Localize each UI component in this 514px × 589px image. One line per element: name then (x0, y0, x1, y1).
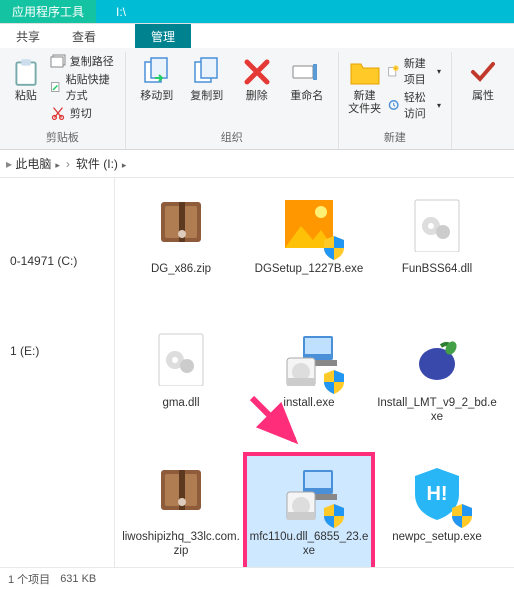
group-label-organize: 组织 (221, 127, 243, 149)
paste-button[interactable]: 粘贴 (6, 52, 46, 105)
new-item-button[interactable]: 新建项目▾ (384, 54, 445, 88)
shield-icon (321, 502, 347, 530)
file-item[interactable]: Install_LMT_v9_2_bd.exe (373, 320, 501, 450)
file-thumb (149, 460, 213, 524)
file-label: FunBSS64.dll (402, 262, 472, 276)
file-type-icon (153, 330, 209, 386)
paste-shortcut-button[interactable]: 粘贴快捷方式 (46, 70, 119, 104)
paste-label: 粘贴 (15, 90, 37, 103)
copy-to-button[interactable]: 复制到 (182, 52, 232, 105)
tree-item-c[interactable]: 0-14971 (C:) (4, 184, 110, 274)
folder-icon (349, 56, 381, 88)
cut-button[interactable]: 剪切 (46, 104, 119, 122)
title-path[interactable]: I:\ (96, 0, 146, 23)
breadcrumb-pc[interactable]: 此电脑 (15, 155, 60, 172)
main-area: 0-14971 (C:) 1 (E:) DG_x86.zip DGSetup_12… (0, 178, 514, 567)
file-item[interactable]: DGSetup_1227B.exe (245, 186, 373, 316)
file-type-icon (153, 196, 209, 252)
group-new: 新建 文件夹 新建项目▾ 轻松访问▾ 新建 (339, 52, 452, 149)
tab-view[interactable]: 查看 (56, 24, 112, 48)
file-item[interactable]: gma.dll (117, 320, 245, 450)
shield-icon (321, 368, 347, 396)
group-clipboard: 粘贴 复制路径 粘贴快捷方式 剪切 剪贴板 (0, 52, 126, 149)
copy-path-button[interactable]: 复制路径 (46, 52, 119, 70)
delete-x-icon (241, 56, 273, 88)
properties-button[interactable]: 属性 (458, 52, 508, 105)
file-label: gma.dll (162, 396, 199, 410)
tree-item-e[interactable]: 1 (E:) (4, 274, 110, 364)
easy-access-icon (388, 97, 399, 113)
shortcut-icon (50, 79, 62, 95)
file-grid[interactable]: DG_x86.zip DGSetup_1227B.exe FunBSS64.dll g… (115, 178, 514, 567)
check-icon (467, 56, 499, 88)
file-label: mfc110u.dll_6855_23.exe (249, 530, 369, 558)
group-label-clipboard: 剪贴板 (46, 127, 79, 149)
file-thumb (277, 460, 341, 524)
file-thumb (277, 192, 341, 256)
file-label: install.exe (283, 396, 334, 410)
file-thumb (277, 326, 341, 390)
status-selection: 1 个项目 (8, 571, 50, 587)
rename-button[interactable]: 重命名 (282, 52, 332, 105)
breadcrumb-back-icon: ▸ (6, 157, 15, 171)
file-item[interactable]: DG_x86.zip (117, 186, 245, 316)
contextual-tab-tools[interactable]: 应用程序工具 (0, 0, 96, 23)
move-icon (141, 56, 173, 88)
file-thumb (149, 192, 213, 256)
file-thumb (405, 326, 469, 390)
ribbon-tabs: 共享 查看 管理 (0, 24, 514, 48)
status-size: 631 KB (60, 573, 96, 585)
file-thumb (405, 460, 469, 524)
shield-icon (449, 502, 475, 530)
copy-path-icon (50, 53, 66, 69)
shield-icon (321, 234, 347, 262)
file-type-icon (409, 196, 465, 252)
file-item[interactable]: mfc110u.dll_6855_23.exe (245, 454, 373, 567)
breadcrumb[interactable]: ▸ 此电脑 › 软件 (I:) (0, 150, 514, 178)
copy-icon (191, 56, 223, 88)
group-organize: 移动到 复制到 删除 重命名 组织 (126, 52, 339, 149)
ribbon: 粘贴 复制路径 粘贴快捷方式 剪切 剪贴板 (0, 48, 514, 150)
group-label-new: 新建 (384, 127, 406, 149)
clipboard-icon (10, 56, 42, 88)
file-item[interactable]: liwoshipizhq_33lc.com.zip (117, 454, 245, 567)
tab-share[interactable]: 共享 (0, 24, 56, 48)
status-bar: 1 个项目 631 KB (0, 567, 514, 589)
title-tabbar: 应用程序工具 I:\ (0, 0, 514, 24)
file-label: newpc_setup.exe (392, 530, 482, 544)
delete-button[interactable]: 删除 (232, 52, 282, 105)
tab-manage[interactable]: 管理 (135, 24, 191, 48)
sidebar[interactable]: 0-14971 (C:) 1 (E:) (0, 178, 115, 567)
file-label: DGSetup_1227B.exe (255, 262, 364, 276)
group-properties: 属性 (452, 52, 514, 149)
move-to-button[interactable]: 移动到 (132, 52, 182, 105)
file-label: liwoshipizhq_33lc.com.zip (121, 530, 241, 558)
file-type-icon (409, 330, 465, 386)
easy-access-button[interactable]: 轻松访问▾ (384, 88, 445, 122)
new-item-icon (388, 63, 399, 79)
breadcrumb-drive[interactable]: 软件 (I:) (76, 155, 127, 172)
file-type-icon (153, 464, 209, 520)
file-thumb (149, 326, 213, 390)
new-folder-button[interactable]: 新建 文件夹 (345, 52, 385, 118)
rename-icon (291, 56, 323, 88)
file-thumb (405, 192, 469, 256)
file-label: DG_x86.zip (151, 262, 211, 276)
file-item[interactable]: newpc_setup.exe (373, 454, 501, 567)
titlebar-spacer (146, 0, 514, 23)
file-label: Install_LMT_v9_2_bd.exe (377, 396, 497, 424)
scissors-icon (50, 105, 66, 121)
file-item[interactable]: install.exe (245, 320, 373, 450)
file-item[interactable]: FunBSS64.dll (373, 186, 501, 316)
